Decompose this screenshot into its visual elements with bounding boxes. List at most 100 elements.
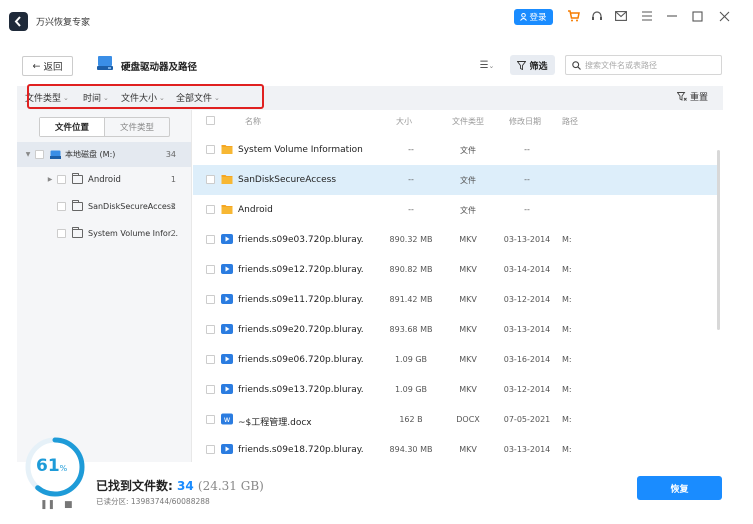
folder-icon xyxy=(72,173,83,184)
file-size: 893.68 MB xyxy=(389,325,433,334)
table-row[interactable]: friends.s09e06.720p.bluray.x2... 1.09 GB M… xyxy=(193,345,718,375)
local-disk-icon xyxy=(50,150,61,159)
checkbox[interactable] xyxy=(57,202,66,211)
file-date: 03-13-2014 xyxy=(503,235,551,244)
table-row[interactable]: SanDiskSecureAccess -- 文件 -- xyxy=(193,165,718,195)
row-checkbox[interactable] xyxy=(206,355,215,364)
menu-icon[interactable] xyxy=(639,8,655,24)
reset-button[interactable]: 重置 xyxy=(677,90,708,103)
stop-icon[interactable]: ■ xyxy=(64,500,73,510)
sidebar-tabs: 文件位置 文件类型 xyxy=(39,117,170,137)
back-button[interactable]: ← 返回 xyxy=(22,56,73,76)
table-row[interactable]: System Volume Information -- 文件 -- xyxy=(193,135,718,165)
file-size: -- xyxy=(408,145,414,154)
file-type: MKV xyxy=(459,385,477,394)
file-type: MKV xyxy=(459,445,477,454)
column-name[interactable]: 名称 xyxy=(245,116,261,127)
checkbox[interactable] xyxy=(57,229,66,238)
row-checkbox[interactable] xyxy=(206,385,215,394)
table-row[interactable]: friends.s09e18.720p.bluray.x2... 894.30 M… xyxy=(193,435,718,465)
filter-button[interactable]: 筛选 xyxy=(510,55,555,75)
row-checkbox[interactable] xyxy=(206,145,215,154)
tree-item-android[interactable]: ▶ Android 1 xyxy=(17,167,191,192)
row-checkbox[interactable] xyxy=(206,235,215,244)
word-icon: w xyxy=(221,413,233,425)
headset-icon[interactable] xyxy=(589,8,605,24)
recover-button[interactable]: 恢复 xyxy=(637,476,722,500)
row-checkbox[interactable] xyxy=(206,265,215,274)
nav-bar: ← 返回 硬盘驱动器及路径 ☰ ⌄ 筛选 xyxy=(0,52,753,80)
filter-highlight-box xyxy=(27,84,264,109)
sector-progress: 已读分区: 13983744/60088288 xyxy=(96,497,210,506)
row-checkbox[interactable] xyxy=(206,175,215,184)
folder-icon xyxy=(72,227,83,238)
search-input[interactable] xyxy=(585,60,715,70)
progress-value: 61 xyxy=(36,456,60,476)
expand-arrow-icon[interactable]: ▼ xyxy=(23,151,33,158)
checkbox[interactable] xyxy=(35,150,44,159)
tab-file-type[interactable]: 文件类型 xyxy=(105,118,169,136)
row-checkbox[interactable] xyxy=(206,295,215,304)
file-name: friends.s09e03.720p.bluray.x2... xyxy=(238,235,363,245)
maximize-icon[interactable] xyxy=(689,8,705,24)
column-size[interactable]: 大小 xyxy=(396,116,412,127)
row-checkbox[interactable] xyxy=(206,445,215,454)
file-path: M: xyxy=(562,295,572,304)
file-size: 890.32 MB xyxy=(389,235,433,244)
progress-unit: % xyxy=(59,464,68,473)
cart-icon[interactable] xyxy=(565,8,581,24)
login-button[interactable]: 登录 xyxy=(514,9,553,25)
file-size: 890.82 MB xyxy=(389,265,433,274)
folder-icon xyxy=(221,175,233,184)
funnel-reset-icon xyxy=(677,92,687,101)
pause-icon[interactable]: ❚❚ xyxy=(40,500,55,510)
tree-item-sandisk[interactable]: SanDiskSecureAccess 2 xyxy=(17,194,191,219)
file-name: friends.s09e13.720p.bluray.x2... xyxy=(238,385,363,395)
tab-file-location[interactable]: 文件位置 xyxy=(40,118,105,136)
user-icon xyxy=(520,13,528,21)
table-row[interactable]: friends.s09e11.720p.bluray.x2... 891.42 M… xyxy=(193,285,718,315)
funnel-icon xyxy=(517,60,527,70)
column-path[interactable]: 路径 xyxy=(562,116,578,127)
file-name: friends.s09e06.720p.bluray.x2... xyxy=(238,355,363,365)
close-icon[interactable] xyxy=(716,8,732,24)
table-row[interactable]: friends.s09e20.720p.bluray.x2... 893.68 M… xyxy=(193,315,718,345)
checkbox[interactable] xyxy=(57,175,66,184)
progress-percentage: 61% xyxy=(36,456,67,476)
row-checkbox[interactable] xyxy=(206,325,215,334)
column-type[interactable]: 文件类型 xyxy=(452,116,484,127)
tree-item-local-disk[interactable]: ▼ 本地磁盘 (M:) 34 xyxy=(17,142,191,167)
mail-icon[interactable] xyxy=(613,8,629,24)
table-scrollbar[interactable] xyxy=(717,150,720,330)
video-icon xyxy=(221,264,233,274)
row-checkbox[interactable] xyxy=(206,205,215,214)
file-date: 03-13-2014 xyxy=(503,445,551,454)
file-path: M: xyxy=(562,445,572,454)
table-row[interactable]: w ~$工程管理.docx 162 B DOCX 07-05-2021 M: xyxy=(193,405,718,435)
tree-item-count: 2 xyxy=(170,202,176,211)
view-mode-button[interactable]: ☰ ⌄ xyxy=(474,57,500,74)
column-date[interactable]: 修改日期 xyxy=(509,116,541,127)
video-icon xyxy=(221,444,233,454)
app-title: 万兴恢复专家 xyxy=(36,18,91,28)
folder-icon xyxy=(72,200,83,211)
select-all-checkbox[interactable] xyxy=(206,116,215,125)
file-table-header: 名称 大小 文件类型 修改日期 路径 xyxy=(193,110,723,132)
minimize-icon[interactable] xyxy=(664,8,680,24)
folder-icon xyxy=(221,205,233,214)
video-icon xyxy=(221,294,233,304)
table-row[interactable]: friends.s09e13.720p.bluray.x2... 1.09 GB M… xyxy=(193,375,718,405)
filter-label: 筛选 xyxy=(529,61,548,72)
table-row[interactable]: friends.s09e12.720p.bluray.x2... 890.82 M… xyxy=(193,255,718,285)
table-row[interactable]: Android -- 文件 -- xyxy=(193,195,718,225)
tree-item-label: 本地磁盘 (M:) xyxy=(65,150,116,159)
search-box[interactable] xyxy=(565,55,722,75)
file-size: 162 B xyxy=(399,415,423,424)
file-path: M: xyxy=(562,355,572,364)
expand-arrow-icon[interactable]: ▶ xyxy=(45,176,55,183)
file-date: -- xyxy=(524,145,530,154)
file-size: 894.30 MB xyxy=(389,445,433,454)
row-checkbox[interactable] xyxy=(206,415,215,424)
table-row[interactable]: friends.s09e03.720p.bluray.x2... 890.32 M… xyxy=(193,225,718,255)
tree-item-system-volume[interactable]: System Volume Infor... 2 xyxy=(17,221,191,246)
